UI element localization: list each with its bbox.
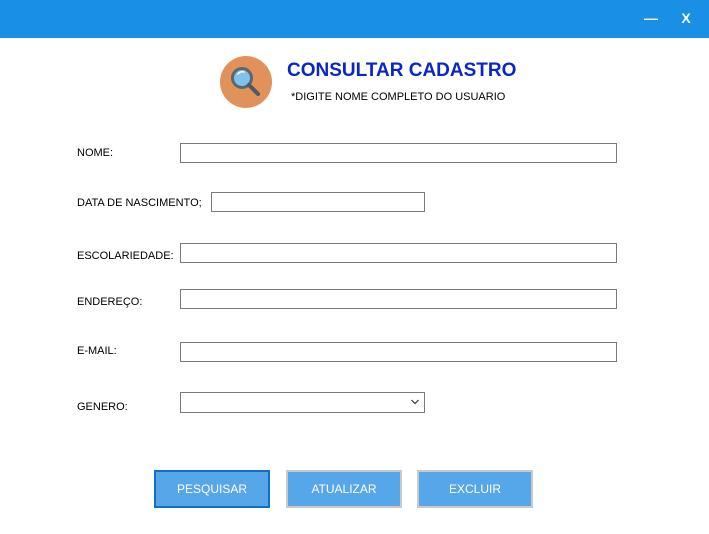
nome-label: NOME:	[77, 147, 114, 159]
genero-select[interactable]	[180, 392, 425, 413]
genero-label: GENERO:	[77, 401, 128, 413]
escolaridade-label: ESCOLARIEDADE:	[77, 250, 174, 262]
pesquisar-button[interactable]: PESQUISAR	[154, 470, 270, 508]
email-input[interactable]	[180, 342, 617, 362]
page-title: CONSULTAR CADASTRO	[287, 60, 517, 81]
page-subtitle: *DIGITE NOME COMPLETO DO USUARIO	[291, 91, 506, 103]
endereco-label: ENDEREÇO:	[77, 296, 143, 308]
data-nascimento-label: DATA DE NASCIMENTO;	[77, 197, 202, 209]
data-nascimento-input[interactable]	[211, 192, 425, 212]
atualizar-button[interactable]: ATUALIZAR	[286, 470, 402, 508]
excluir-button[interactable]: EXCLUIR	[417, 470, 533, 508]
escolaridade-input[interactable]	[180, 243, 617, 263]
chevron-down-icon	[411, 399, 419, 405]
email-label: E-MAIL:	[77, 345, 117, 357]
title-bar: — X	[0, 0, 709, 38]
nome-input[interactable]	[180, 143, 617, 163]
minimize-button[interactable]: —	[636, 0, 666, 38]
search-icon	[220, 56, 272, 108]
endereco-input[interactable]	[180, 289, 617, 309]
close-button[interactable]: X	[671, 0, 701, 38]
